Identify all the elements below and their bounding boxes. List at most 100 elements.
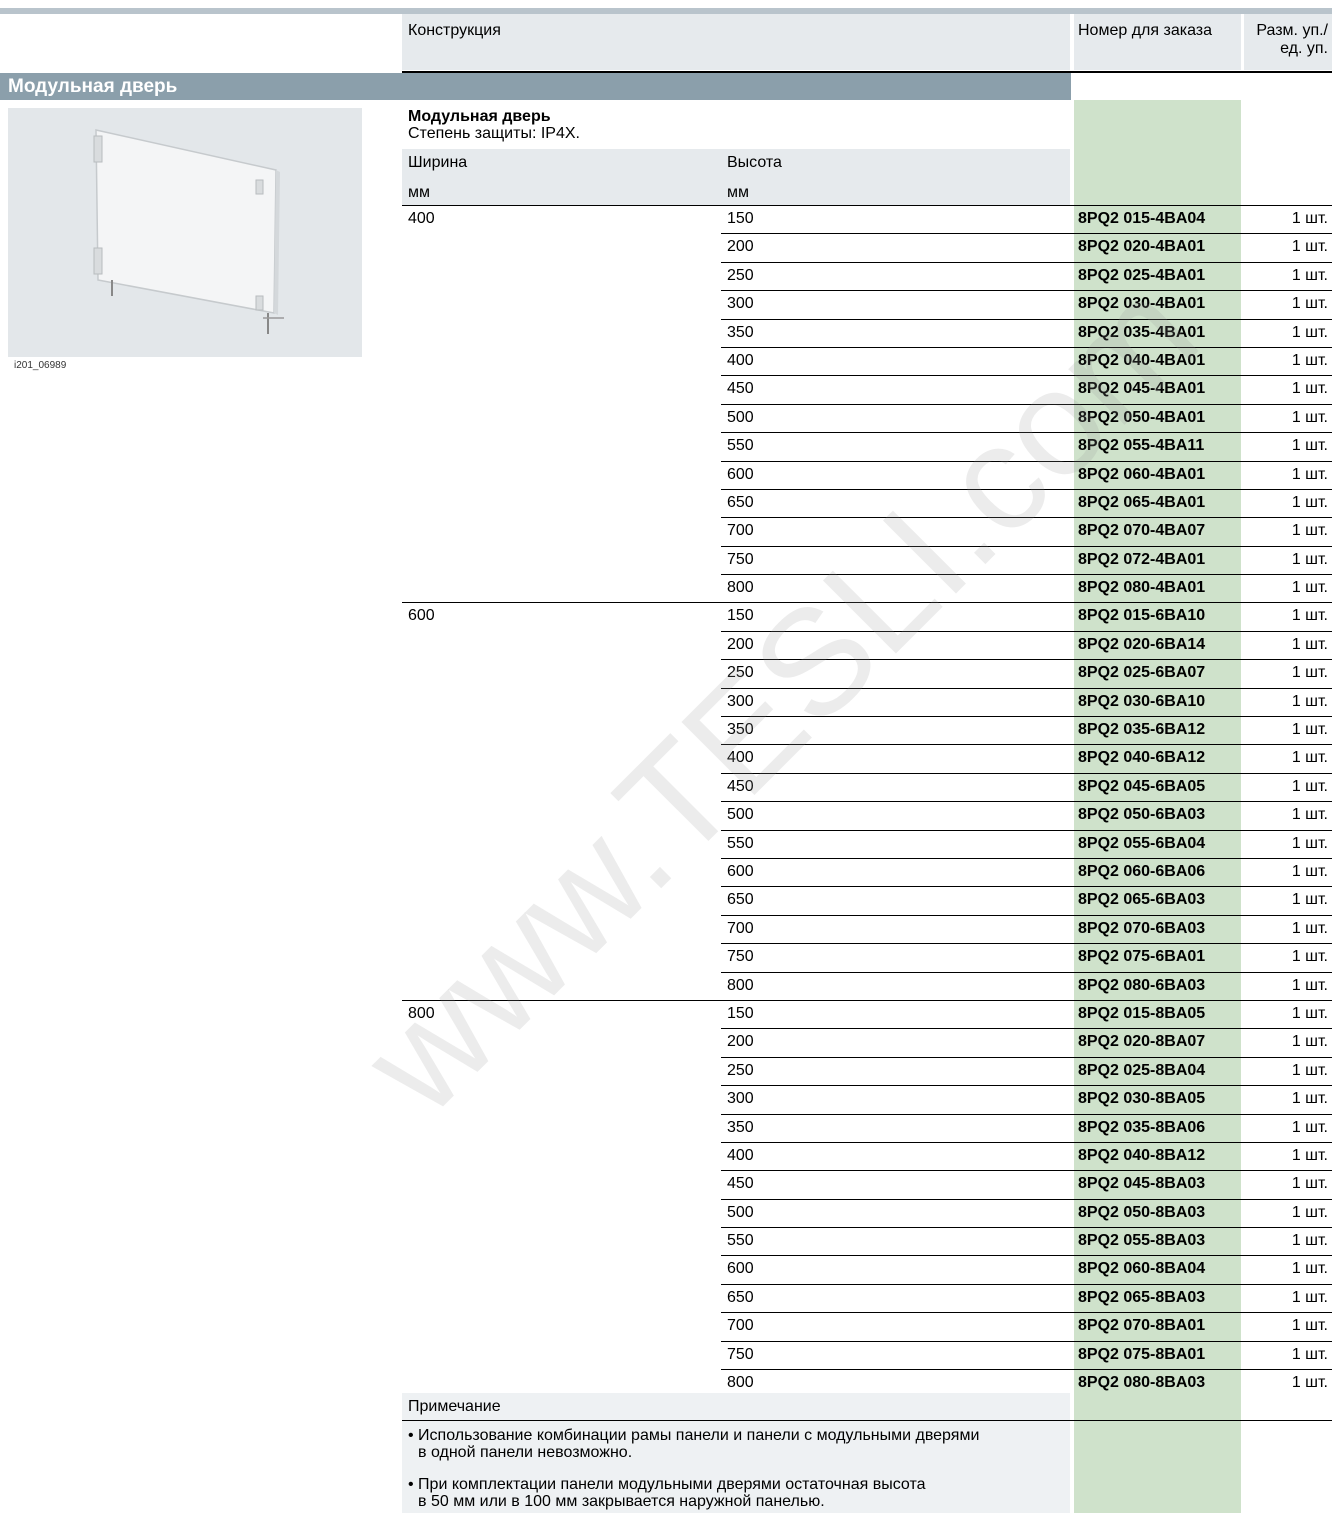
pack-size-cell: 1 шт.	[1291, 891, 1328, 909]
height-cell: 200	[727, 238, 754, 256]
row-rule	[721, 545, 1332, 547]
table-row: 750 8PQ2 072-4BA01 1 шт.	[402, 545, 1332, 574]
row-rule	[721, 801, 1332, 803]
height-cell: 750	[727, 1345, 754, 1363]
order-number-cell: 8PQ2 060-6BA06	[1078, 862, 1206, 880]
table-row: 550 8PQ2 055-4BA11 1 шт.	[402, 432, 1332, 460]
height-cell: 450	[727, 777, 754, 795]
order-number-cell: 8PQ2 035-6BA12	[1078, 721, 1206, 739]
row-rule	[721, 432, 1332, 434]
row-rule	[721, 630, 1332, 632]
table-row: 350 8PQ2 035-6BA12 1 шт.	[402, 716, 1332, 744]
height-cell: 700	[727, 1317, 754, 1335]
product-title: Модульная дверь	[408, 108, 551, 125]
header-pack-size-line1: Разм. уп./	[1256, 22, 1328, 39]
table-row: 300 8PQ2 030-6BA10 1 шт.	[402, 687, 1332, 716]
pack-size-cell: 1 шт.	[1291, 522, 1328, 540]
pack-size-cell: 1 шт.	[1291, 1090, 1328, 1108]
table-row: 400 150 8PQ2 015-4BA04 1 шт.	[402, 205, 1332, 233]
row-rule	[721, 318, 1332, 320]
pack-size-cell: 1 шт.	[1291, 351, 1328, 369]
pack-size-cell: 1 шт.	[1291, 493, 1328, 511]
height-cell: 350	[727, 323, 754, 341]
pack-size-cell: 1 шт.	[1291, 1146, 1328, 1164]
row-rule	[721, 687, 1332, 689]
header-construction-bg	[402, 14, 1070, 70]
header-pack-size: Разм. уп./ ед. уп.	[1256, 22, 1328, 58]
pack-size-cell: 1 шт.	[1291, 777, 1328, 795]
height-column-unit: мм	[727, 184, 749, 201]
height-cell: 550	[727, 1232, 754, 1250]
row-rule	[721, 971, 1332, 973]
height-cell: 300	[727, 692, 754, 710]
height-cell: 750	[727, 948, 754, 966]
pack-size-cell: 1 шт.	[1291, 1061, 1328, 1079]
row-rule	[721, 574, 1332, 576]
row-rule	[721, 346, 1332, 348]
pack-size-cell: 1 шт.	[1291, 210, 1328, 227]
order-number-cell: 8PQ2 055-8BA03	[1078, 1232, 1206, 1250]
pack-size-cell: 1 шт.	[1291, 238, 1328, 256]
height-cell: 450	[727, 1175, 754, 1193]
height-cell: 650	[727, 891, 754, 909]
pack-size-cell: 1 шт.	[1291, 1232, 1328, 1250]
image-caption: i201_06989	[14, 360, 67, 371]
pack-size-cell: 1 шт.	[1291, 635, 1328, 653]
table-row: 500 8PQ2 050-8BA03 1 шт.	[402, 1198, 1332, 1227]
table-row: 700 8PQ2 070-8BA01 1 шт.	[402, 1312, 1332, 1340]
height-cell: 550	[727, 834, 754, 852]
pack-size-cell: 1 шт.	[1291, 550, 1328, 568]
table-row: 250 8PQ2 025-4BA01 1 шт.	[402, 261, 1332, 290]
order-number-cell: 8PQ2 075-6BA01	[1078, 948, 1206, 966]
pack-size-cell: 1 шт.	[1291, 976, 1328, 994]
row-rule	[721, 659, 1332, 661]
order-number-cell: 8PQ2 055-4BA11	[1078, 437, 1205, 455]
order-number-cell: 8PQ2 055-6BA04	[1078, 834, 1206, 852]
width-column-label: Ширина	[408, 154, 468, 171]
row-rule	[721, 1141, 1332, 1143]
row-rule	[721, 716, 1332, 718]
order-number-cell: 8PQ2 030-6BA10	[1078, 692, 1206, 710]
row-rule	[721, 744, 1332, 746]
table-row: 200 8PQ2 020-6BA14 1 шт.	[402, 630, 1332, 659]
table-row: 200 8PQ2 020-4BA01 1 шт.	[402, 233, 1332, 261]
pack-size-cell: 1 шт.	[1291, 1260, 1328, 1278]
pack-size-cell: 1 шт.	[1291, 1203, 1328, 1221]
table-row: 700 8PQ2 070-4BA07 1 шт.	[402, 517, 1332, 545]
row-rule	[721, 1369, 1332, 1371]
order-number-cell: 8PQ2 015-4BA04	[1078, 210, 1206, 227]
width-cell: 600	[408, 607, 435, 625]
pack-size-cell: 1 шт.	[1291, 919, 1328, 937]
pack-size-cell: 1 шт.	[1291, 607, 1328, 625]
row-rule	[721, 1340, 1332, 1342]
table-row: 400 8PQ2 040-6BA12 1 шт.	[402, 744, 1332, 772]
height-cell: 550	[727, 437, 754, 455]
table-row: 600 8PQ2 060-4BA01 1 шт.	[402, 460, 1332, 489]
row-rule	[721, 261, 1332, 263]
height-cell: 500	[727, 806, 754, 824]
pack-size-cell: 1 шт.	[1291, 1374, 1328, 1392]
row-rule	[721, 1227, 1332, 1229]
height-cell: 350	[727, 1118, 754, 1136]
height-cell: 350	[727, 721, 754, 739]
table-row: 250 8PQ2 025-8BA04 1 шт.	[402, 1056, 1332, 1085]
pack-size-cell: 1 шт.	[1291, 295, 1328, 313]
height-cell: 750	[727, 550, 754, 568]
note-item-line: в 50 мм или в 100 мм закрывается наружно…	[418, 1493, 825, 1510]
order-number-cell: 8PQ2 035-4BA01	[1078, 323, 1206, 341]
height-cell: 200	[727, 1033, 754, 1051]
order-number-cell: 8PQ2 065-6BA03	[1078, 891, 1206, 909]
order-number-cell: 8PQ2 080-8BA03	[1078, 1374, 1206, 1392]
pack-size-cell: 1 шт.	[1291, 465, 1328, 483]
row-rule	[721, 857, 1332, 859]
note-rule	[402, 1420, 1332, 1421]
pack-size-cell: 1 шт.	[1291, 579, 1328, 597]
row-rule	[721, 772, 1332, 774]
order-number-cell: 8PQ2 020-8BA07	[1078, 1033, 1206, 1051]
table-row: 600 150 8PQ2 015-6BA10 1 шт.	[402, 602, 1332, 630]
order-number-cell: 8PQ2 045-8BA03	[1078, 1175, 1206, 1193]
table-row: 600 8PQ2 060-6BA06 1 шт.	[402, 857, 1332, 886]
order-number-cell: 8PQ2 020-4BA01	[1078, 238, 1206, 256]
row-rule	[721, 1028, 1332, 1030]
table-row: 650 8PQ2 065-8BA03 1 шт.	[402, 1283, 1332, 1312]
